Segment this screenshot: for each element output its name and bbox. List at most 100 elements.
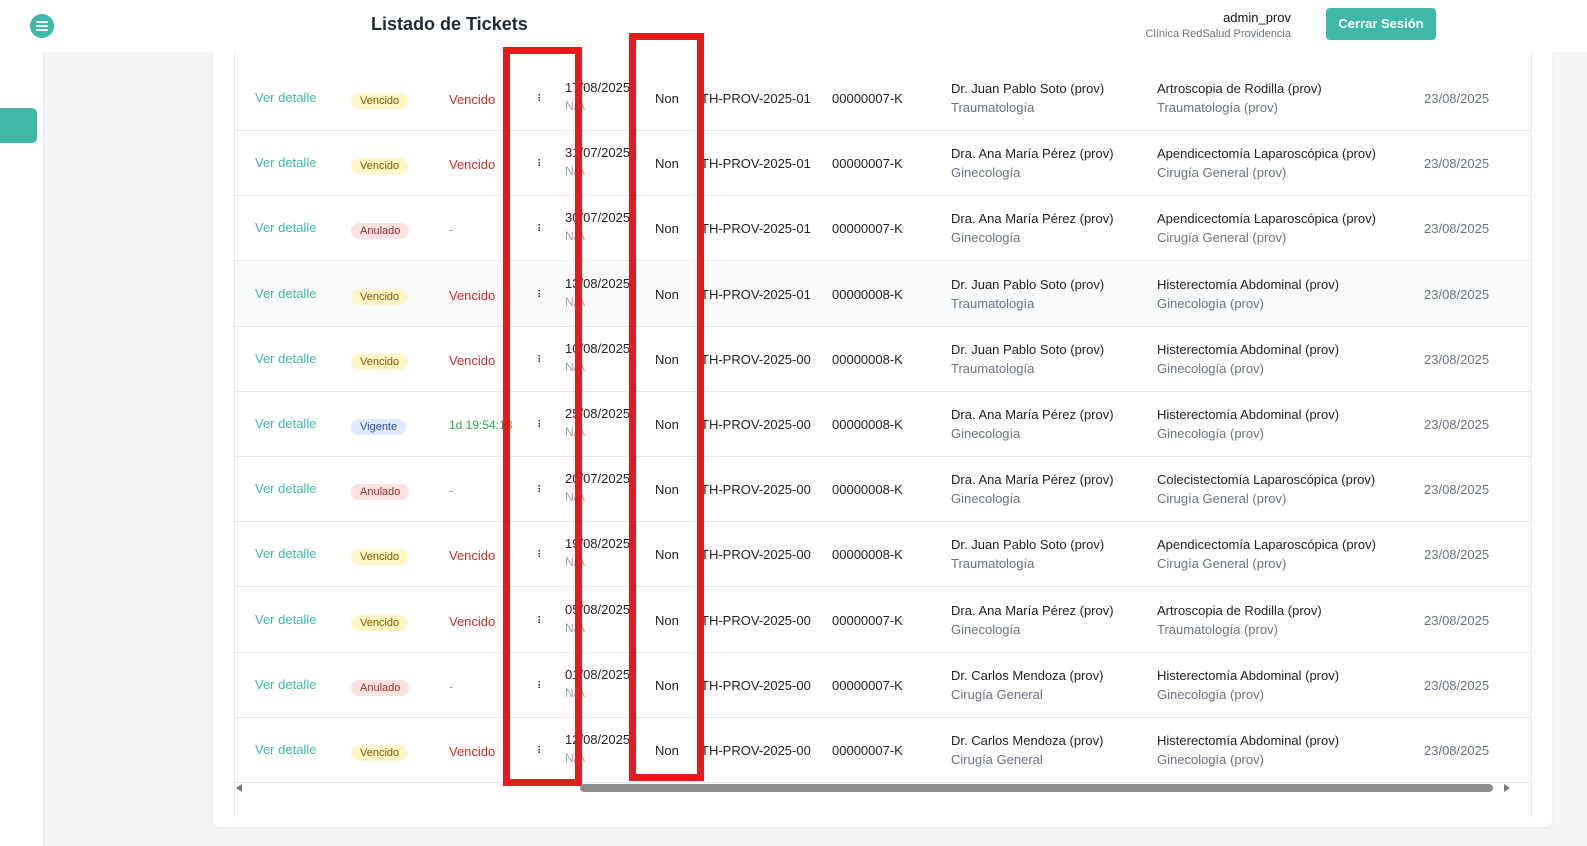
- highlight-box-icon-column: [503, 47, 582, 786]
- sidebar: [0, 52, 44, 846]
- highlight-box-name-column: [629, 33, 704, 781]
- status-badge: Vencido: [351, 353, 409, 370]
- patient-rut: 00000008-K: [832, 351, 903, 367]
- hamburger-menu-icon[interactable]: [30, 14, 54, 38]
- status-badge: Vencido: [351, 93, 409, 109]
- doctor-specialty: Ginecología: [951, 230, 1021, 246]
- procedure-area: Cirugía General (prov): [1157, 165, 1287, 181]
- status-badge: Vencido: [351, 614, 409, 631]
- view-detail-link[interactable]: Ver detalle: [255, 286, 316, 301]
- procedure-name: Histerectomía Abdominal (prov): [1157, 341, 1340, 357]
- top-bar: Listado de Tickets admin_prov Clínica Re…: [0, 0, 1587, 52]
- procedure-area: Cirugía General (prov): [1157, 491, 1287, 507]
- doctor-specialty: Ginecología: [951, 165, 1021, 181]
- view-detail-link[interactable]: Ver detalle: [255, 546, 316, 561]
- patient-rut: 00000007-K: [832, 743, 903, 758]
- doctor-specialty: Cirugía General: [951, 752, 1043, 767]
- status-badge: Vencido: [351, 288, 409, 305]
- user-organization: Clínica RedSalud Providencia: [1145, 28, 1291, 40]
- ticket-fecha: 23/08/2025: [1424, 482, 1490, 498]
- view-detail-link[interactable]: Ver detalle: [255, 481, 316, 496]
- doctor-specialty: Traumatología: [951, 100, 1035, 115]
- procedure-name: Artroscopia de Rodilla (prov): [1157, 81, 1322, 96]
- doctor-specialty: Cirugía General: [951, 686, 1043, 702]
- doctor-name: Dr. Carlos Mendoza (prov): [951, 667, 1104, 683]
- patient-rut: 00000007-K: [832, 612, 903, 628]
- status-badge: Vigente: [351, 419, 407, 435]
- view-detail-link[interactable]: Ver detalle: [255, 677, 316, 692]
- doctor-name: Dra. Ana María Pérez (prov): [951, 472, 1114, 488]
- ticket-fecha: 23/08/2025: [1424, 91, 1490, 106]
- view-detail-link[interactable]: Ver detalle: [255, 612, 316, 627]
- view-detail-link[interactable]: Ver detalle: [255, 416, 316, 431]
- scroll-right-arrow-icon[interactable]: [1504, 784, 1510, 792]
- ticket-code: TH-PROV-2025-00: [701, 482, 811, 498]
- scroll-left-arrow-icon[interactable]: [236, 784, 242, 792]
- status-badge: Anulado: [351, 484, 410, 501]
- view-detail-link[interactable]: Ver detalle: [255, 220, 316, 235]
- table-row: Ver detalle Vencido Vencido ⠇ 05/08/2025 N/A N…: [235, 587, 1531, 653]
- table-row: Ver detalle Vigente 1d 19:54:18 ⠇ 25/08/2025…: [235, 392, 1531, 457]
- ticket-code: TH-PROV-2025-01: [701, 221, 811, 237]
- procedure-name: Histerectomía Abdominal (prov): [1157, 733, 1340, 748]
- status-badge: Anulado: [351, 679, 410, 696]
- doctor-name: Dr. Juan Pablo Soto (prov): [951, 81, 1105, 96]
- status-badge: Vencido: [351, 158, 409, 175]
- ticket-fecha: 23/08/2025: [1424, 417, 1490, 432]
- table-row: Ver detalle Vencido Vencido ⠇ 12/08/2025 N/A N…: [235, 718, 1531, 783]
- page-title: Listado de Tickets: [371, 14, 528, 34]
- view-detail-link[interactable]: Ver detalle: [255, 155, 316, 170]
- patient-rut: 00000007-K: [832, 221, 903, 237]
- sidebar-active-item[interactable]: [0, 108, 37, 143]
- ticket-fecha: 23/08/2025: [1424, 677, 1490, 693]
- table-row: Ver detalle Anulado - ⠇ 20/07/2025 N/A Non TH-P…: [235, 457, 1531, 523]
- doctor-specialty: Traumatología: [951, 360, 1035, 376]
- table-row: Ver detalle Vencido Vencido ⠇ 19/08/2025 N/A N…: [235, 522, 1531, 588]
- ticket-code: TH-PROV-2025-01: [701, 156, 811, 172]
- procedure-name: Histerectomía Abdominal (prov): [1157, 667, 1340, 683]
- patient-rut: 00000007-K: [832, 677, 903, 693]
- procedure-area: Cirugía General (prov): [1157, 556, 1287, 572]
- ticket-code: TH-PROV-2025-01: [701, 286, 811, 302]
- view-detail-link[interactable]: Ver detalle: [255, 351, 316, 366]
- view-detail-link[interactable]: Ver detalle: [255, 90, 316, 105]
- ticket-code: TH-PROV-2025-00: [701, 351, 811, 367]
- doctor-name: Dr. Juan Pablo Soto (prov): [951, 276, 1105, 292]
- doctor-specialty: Ginecología: [951, 491, 1021, 507]
- status-badge: Anulado: [351, 223, 410, 240]
- doctor-name: Dr. Carlos Mendoza (prov): [951, 733, 1104, 748]
- scrollbar-thumb[interactable]: [580, 784, 1493, 792]
- ticket-fecha: 23/08/2025: [1424, 221, 1490, 237]
- table-row: Ver detalle Anulado - ⠇ 01/08/2025 N/A Non TH-P…: [235, 652, 1531, 718]
- ticket-fecha: 23/08/2025: [1424, 612, 1490, 628]
- ticket-code: TH-PROV-2025-00: [701, 612, 811, 628]
- procedure-area: Ginecología (prov): [1157, 686, 1264, 702]
- horizontal-scrollbar[interactable]: [234, 781, 1512, 795]
- procedure-name: Artroscopia de Rodilla (prov): [1157, 602, 1322, 618]
- status-badge: Vencido: [351, 745, 409, 761]
- ticket-code: TH-PROV-2025-00: [701, 547, 811, 563]
- patient-rut: 00000008-K: [832, 286, 903, 302]
- user-info: admin_prov Clínica RedSalud Providencia: [1145, 10, 1291, 40]
- doctor-name: Dra. Ana María Pérez (prov): [951, 211, 1114, 227]
- procedure-area: Ginecología (prov): [1157, 360, 1264, 376]
- doctor-name: Dr. Juan Pablo Soto (prov): [951, 537, 1105, 553]
- tickets-table: Ver detalle Vencido Vencido ⠇ 17/08/2025 N/A N…: [234, 52, 1532, 817]
- ticket-code: TH-PROV-2025-01: [701, 91, 811, 106]
- procedure-name: Histerectomía Abdominal (prov): [1157, 276, 1340, 292]
- table-row: Ver detalle Vencido Vencido ⠇ 31/07/2025 N/A N…: [235, 131, 1531, 197]
- doctor-specialty: Traumatología: [951, 556, 1035, 572]
- procedure-area: Traumatología (prov): [1157, 100, 1278, 115]
- ticket-fecha: 23/08/2025: [1424, 286, 1490, 302]
- procedure-name: Apendicectomía Laparoscópica (prov): [1157, 211, 1376, 227]
- doctor-specialty: Ginecología: [951, 621, 1021, 637]
- table-row: Ver detalle Vencido Vencido ⠇ 10/08/2025 N/A N…: [235, 326, 1531, 392]
- doctor-name: Dra. Ana María Pérez (prov): [951, 146, 1114, 162]
- logout-button[interactable]: Cerrar Sesión: [1326, 8, 1436, 40]
- procedure-name: Histerectomía Abdominal (prov): [1157, 407, 1340, 422]
- status-badge: Vencido: [351, 549, 409, 566]
- view-detail-link[interactable]: Ver detalle: [255, 742, 316, 757]
- ticket-code: TH-PROV-2025-00: [701, 677, 811, 693]
- procedure-area: Ginecología (prov): [1157, 295, 1264, 311]
- patient-rut: 00000007-K: [832, 156, 903, 172]
